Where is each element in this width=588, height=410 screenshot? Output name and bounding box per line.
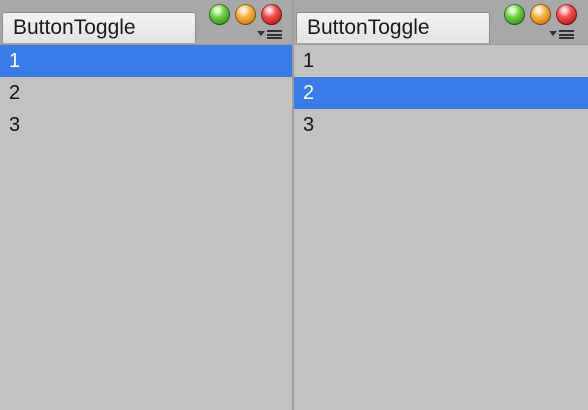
minimize-icon[interactable] bbox=[235, 4, 256, 25]
panel-left: ButtonToggle 1 2 3 bbox=[0, 0, 293, 410]
toggle-list: 1 2 3 bbox=[294, 45, 588, 141]
minimize-icon[interactable] bbox=[530, 4, 551, 25]
list-item[interactable]: 3 bbox=[0, 109, 293, 141]
toggle-list: 1 2 3 bbox=[0, 45, 293, 141]
panel-menu-icon[interactable] bbox=[548, 28, 576, 40]
tab-label: ButtonToggle bbox=[13, 16, 136, 39]
list-item[interactable]: 1 bbox=[0, 45, 293, 77]
panel-content: 1 2 3 bbox=[0, 44, 293, 410]
tab-buttontoggle[interactable]: ButtonToggle bbox=[2, 12, 196, 43]
panel-titlebar: ButtonToggle bbox=[0, 0, 293, 44]
hamburger-icon bbox=[267, 30, 282, 39]
panel-titlebar: ButtonToggle bbox=[294, 0, 588, 44]
list-item[interactable]: 3 bbox=[294, 109, 588, 141]
panel-content: 1 2 3 bbox=[294, 44, 588, 410]
hamburger-icon bbox=[559, 30, 574, 39]
list-item[interactable]: 2 bbox=[294, 77, 588, 109]
tab-buttontoggle[interactable]: ButtonToggle bbox=[296, 12, 490, 43]
close-icon[interactable] bbox=[556, 4, 577, 25]
dropdown-triangle-icon bbox=[257, 31, 265, 36]
close-icon[interactable] bbox=[261, 4, 282, 25]
maximize-icon[interactable] bbox=[209, 4, 230, 25]
tab-label: ButtonToggle bbox=[307, 16, 430, 39]
dropdown-triangle-icon bbox=[549, 31, 557, 36]
list-item[interactable]: 1 bbox=[294, 45, 588, 77]
panel-menu-icon[interactable] bbox=[256, 28, 284, 40]
maximize-icon[interactable] bbox=[504, 4, 525, 25]
list-item[interactable]: 2 bbox=[0, 77, 293, 109]
panel-right: ButtonToggle 1 2 3 bbox=[294, 0, 588, 410]
